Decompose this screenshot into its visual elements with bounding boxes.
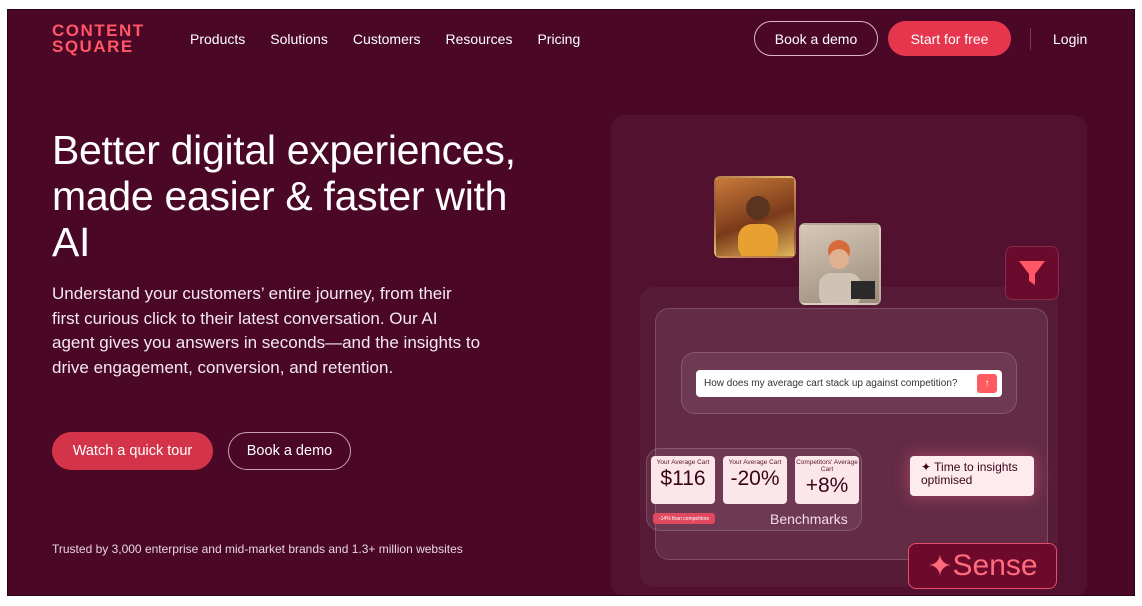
stat-label: Your Average Cart <box>728 459 782 466</box>
hero-book-demo-button[interactable]: Book a demo <box>228 432 351 470</box>
funnel-icon[interactable] <box>1005 246 1059 300</box>
insight-card: ✦ Time to insights optimised <box>910 456 1034 496</box>
watch-tour-button[interactable]: Watch a quick tour <box>52 432 213 470</box>
sparkle-icon: ✦ <box>927 549 953 583</box>
stat-card-avg-cart: Your Average Cart $116 <box>651 456 715 504</box>
sense-badge: ✦ Sense <box>908 543 1057 589</box>
stat-value: $116 <box>660 467 706 490</box>
sparkle-icon: ✦ <box>921 460 935 474</box>
start-free-button[interactable]: Start for free <box>888 21 1011 56</box>
hero-lead: Understand your customers’ entire journe… <box>52 284 481 377</box>
ai-query-input[interactable]: How does my average cart stack up agains… <box>696 370 1002 397</box>
stat-label: Competitors' Average Cart <box>796 459 858 473</box>
customer-photo-2 <box>799 223 881 305</box>
nav-solutions[interactable]: Solutions <box>270 31 328 47</box>
stat-value: -20% <box>730 467 780 490</box>
stat-card-competitors: Competitors' Average Cart +8% <box>795 456 859 504</box>
customer-photo-1 <box>714 176 796 258</box>
sense-label: Sense <box>952 549 1038 582</box>
main-nav: Products Solutions Customers Resources P… <box>190 31 605 47</box>
nav-pricing[interactable]: Pricing <box>537 31 580 47</box>
header-book-demo-button[interactable]: Book a demo <box>754 21 878 56</box>
nav-products[interactable]: Products <box>190 31 245 47</box>
stat-value: +8% <box>805 474 849 497</box>
nav-resources[interactable]: Resources <box>446 31 513 47</box>
benchmarks-label: Benchmarks <box>770 511 848 527</box>
login-link[interactable]: Login <box>1053 31 1087 47</box>
stat-card-change: Your Average Cart -20% <box>723 456 787 504</box>
send-arrow-icon[interactable]: ↑ <box>977 374 997 393</box>
hero-title: Better digital experiences, made easier … <box>52 127 516 265</box>
page-frame: CONTENT SQUARE Products Solutions Custom… <box>7 9 1135 596</box>
stat-label: Your Average Cart <box>656 459 710 466</box>
person-illustration-1 <box>738 196 778 256</box>
comparison-badge: -14% than competitors <box>653 513 715 524</box>
insight-text: Time to insights optimised <box>921 460 1018 487</box>
logo[interactable]: CONTENT SQUARE <box>52 22 145 56</box>
trust-text: Trusted by 3,000 enterprise and mid-mark… <box>52 542 463 556</box>
nav-customers[interactable]: Customers <box>353 31 421 47</box>
logo-line-2: SQUARE <box>52 37 134 56</box>
header-divider <box>1030 28 1031 50</box>
query-text: How does my average cart stack up agains… <box>704 378 958 389</box>
person-illustration-2 <box>819 240 875 303</box>
